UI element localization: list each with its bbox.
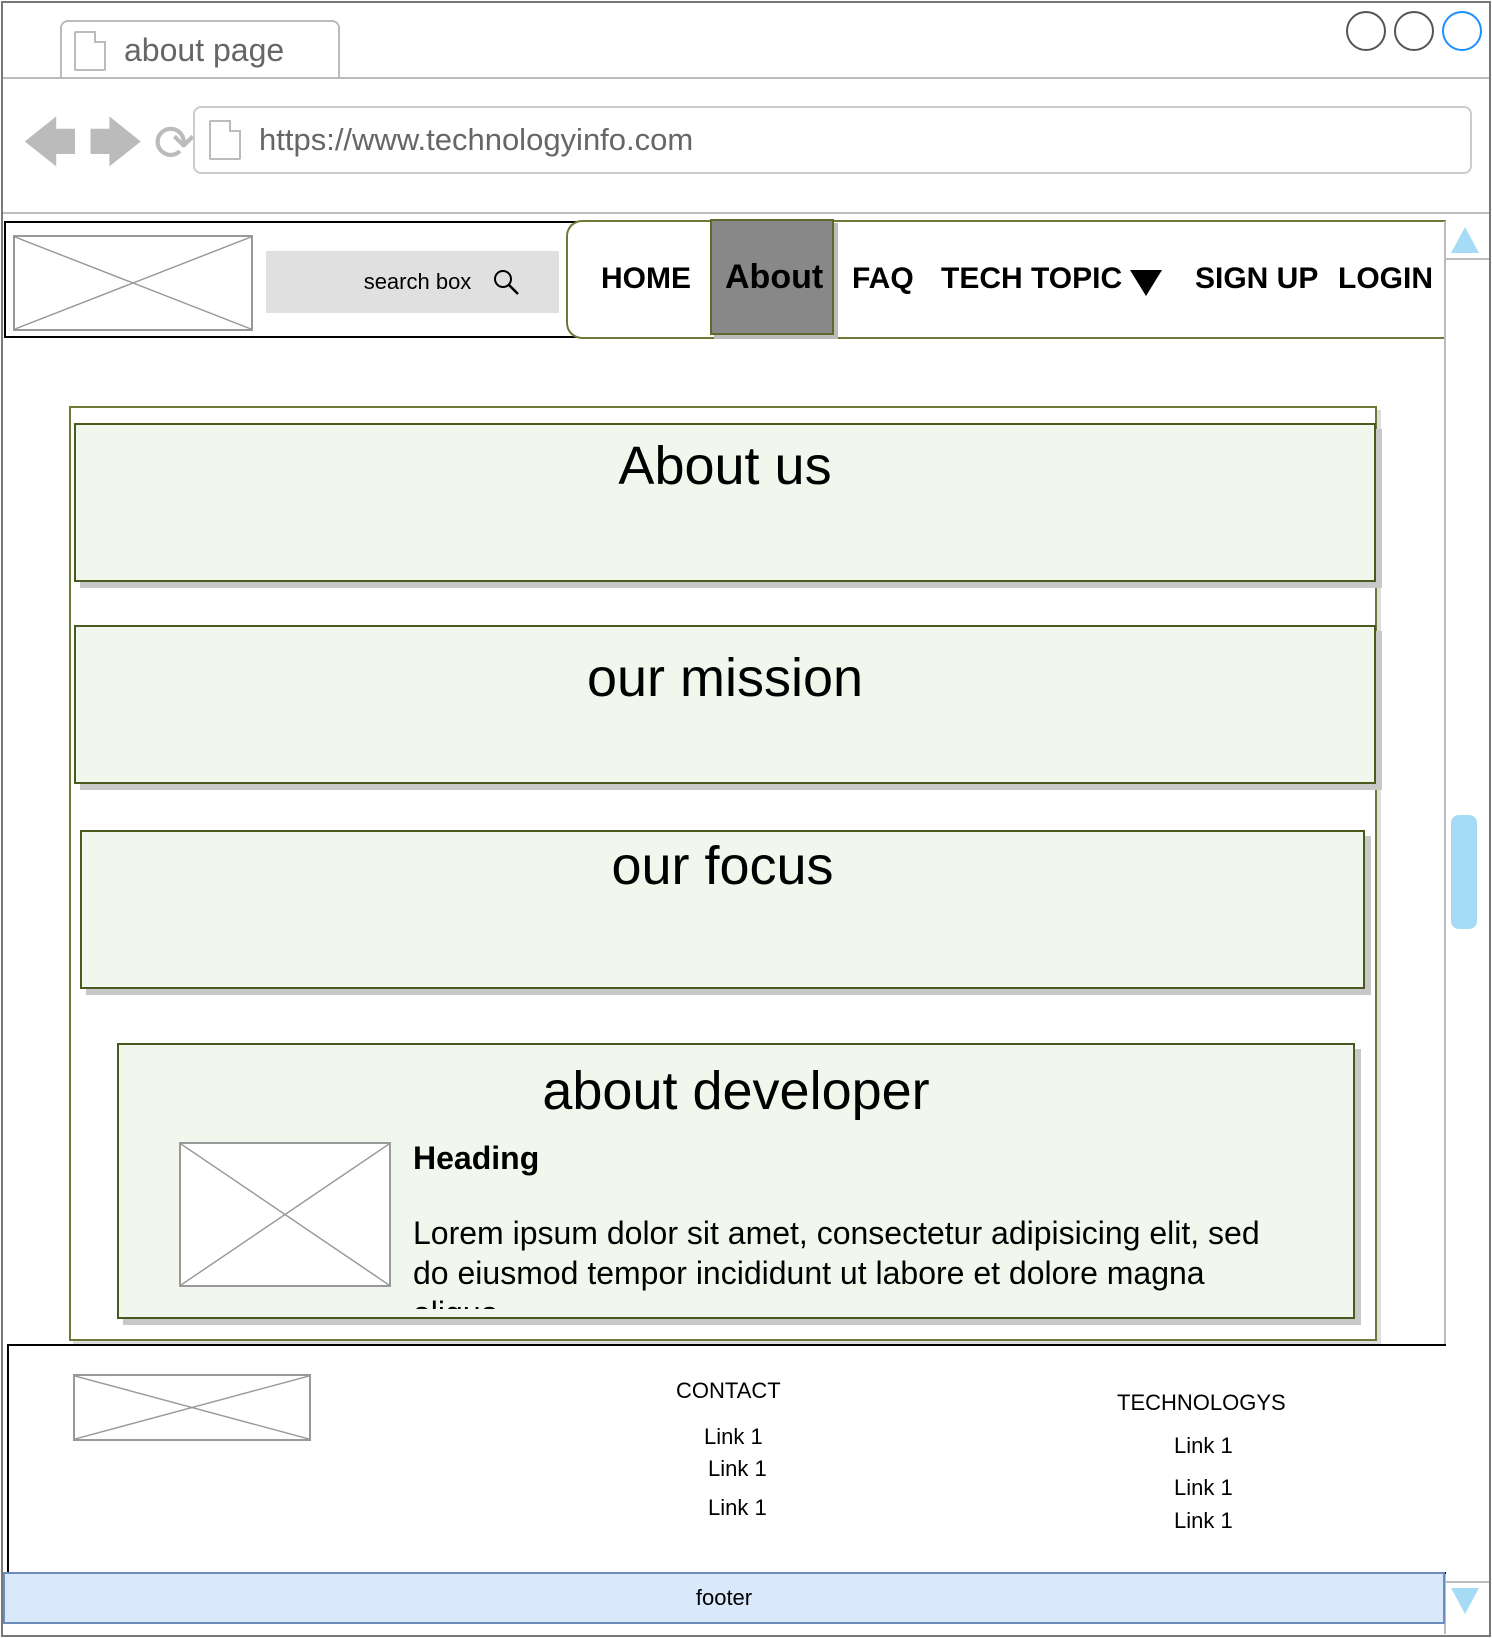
nav-login[interactable]: LOGIN	[1338, 262, 1433, 296]
footer-technology-link[interactable]: Link 1	[1174, 1433, 1233, 1459]
about-us-title: About us	[618, 436, 832, 496]
back-arrow-icon[interactable]: 🡄	[22, 116, 78, 170]
footer-technology-link[interactable]: Link 1	[1174, 1475, 1233, 1501]
close-button[interactable]	[1442, 11, 1482, 51]
address-bar[interactable]: https://www.technologyinfo.com	[193, 106, 1472, 174]
developer-heading: Heading	[413, 1140, 540, 1176]
footer-contact-link[interactable]: Link 1	[708, 1495, 767, 1521]
developer-image-placeholder	[179, 1142, 391, 1287]
developer-section: about developer Heading Lorem ipsum dolo…	[117, 1043, 1355, 1319]
browser-tab[interactable]: about page	[60, 20, 340, 79]
footer-bar-label: footer	[695, 1585, 753, 1610]
page-icon	[74, 30, 106, 71]
scroll-down-arrow-icon[interactable]	[1451, 1588, 1479, 1614]
scrollbar-divider	[1446, 258, 1489, 260]
footer-contact-title: CONTACT	[676, 1378, 781, 1403]
scrollbar-divider	[1446, 1581, 1489, 1583]
logo-image-placeholder	[13, 235, 253, 331]
scrollbar-thumb[interactable]	[1451, 815, 1477, 929]
nav-tech-topic[interactable]: TECH TOPIC	[941, 262, 1122, 296]
maximize-button[interactable]	[1394, 11, 1434, 51]
nav-home[interactable]: HOME	[601, 262, 691, 296]
developer-bio: Lorem ipsum dolor sit amet, consectetur …	[413, 1215, 1260, 1309]
url-text: https://www.technologyinfo.com	[259, 122, 694, 157]
minimize-button[interactable]	[1346, 11, 1386, 51]
dropdown-triangle-icon[interactable]	[1130, 270, 1162, 296]
scroll-up-arrow-icon[interactable]	[1451, 227, 1479, 253]
chrome-divider	[3, 212, 1489, 214]
footer-contact-link[interactable]: Link 1	[708, 1456, 767, 1482]
footer-contact-link[interactable]: Link 1	[704, 1424, 763, 1450]
nav-faq[interactable]: FAQ	[852, 262, 914, 296]
search-placeholder: search box	[363, 269, 472, 294]
footer-bar: footer	[3, 1572, 1445, 1624]
mission-title: our mission	[586, 648, 864, 708]
page-icon	[209, 120, 241, 160]
developer-title: about developer	[542, 1061, 930, 1121]
nav-sign-up[interactable]: SIGN UP	[1195, 262, 1318, 296]
footer-technology-link[interactable]: Link 1	[1174, 1508, 1233, 1534]
footer-logo-placeholder	[73, 1374, 311, 1441]
navigation-controls: 🡄 🡆 ⟳	[22, 115, 196, 171]
search-icon[interactable]	[491, 267, 521, 297]
focus-section: our focus	[80, 830, 1365, 989]
tab-title: about page	[124, 32, 285, 68]
forward-arrow-icon[interactable]: 🡆	[88, 116, 144, 170]
mission-section: our mission	[74, 625, 1376, 784]
about-us-section: About us	[74, 423, 1376, 582]
focus-title: our focus	[611, 836, 834, 896]
search-input[interactable]: search box	[266, 251, 559, 313]
reload-icon[interactable]: ⟳	[154, 118, 196, 168]
footer-technologies-title: TECHNOLOGYS	[1117, 1390, 1286, 1415]
tab-bar-divider	[3, 77, 1489, 79]
nav-about[interactable]: About	[725, 258, 823, 297]
